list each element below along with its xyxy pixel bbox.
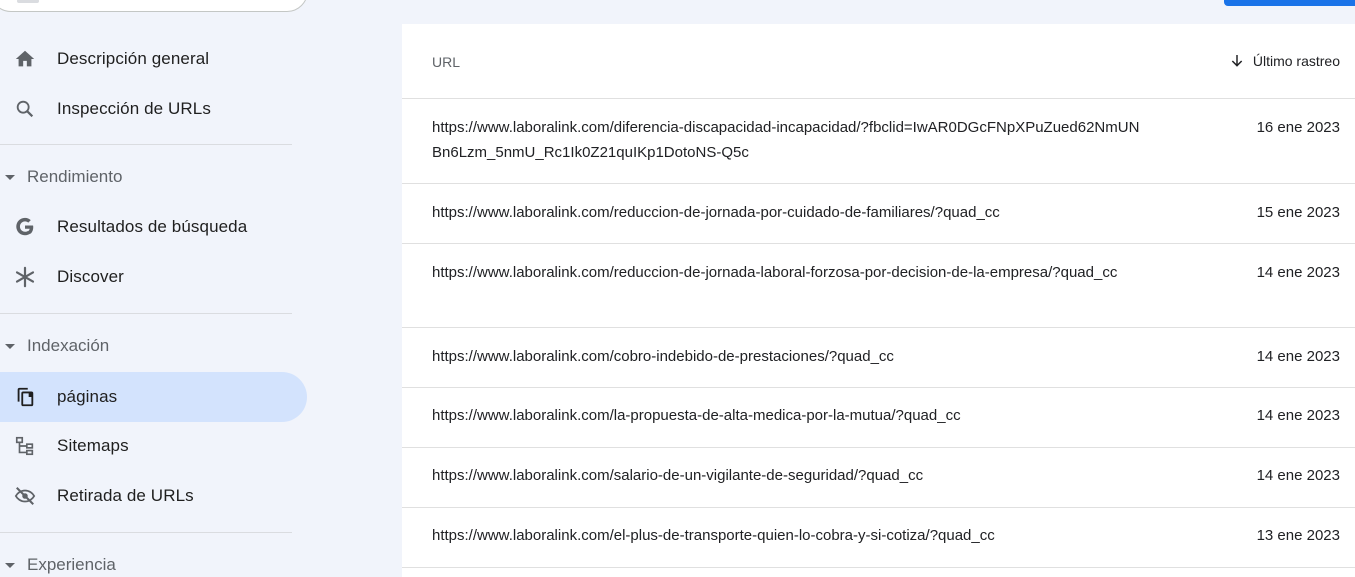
divider: [0, 313, 292, 314]
nav-item-url-removals[interactable]: Retirada de URLs: [0, 471, 307, 521]
divider: [0, 532, 292, 533]
nav-item-search-results[interactable]: Resultados de búsqueda: [0, 202, 307, 252]
date-cell: 14 ene 2023: [1256, 467, 1340, 484]
url-cell: https://www.laboralink.com/salario-de-un…: [432, 467, 924, 484]
date-cell: 15 ene 2023: [1256, 204, 1340, 221]
table-row[interactable]: https://www.laboralink.com/reduccion-de-…: [402, 244, 1355, 328]
section-title: Indexación: [27, 336, 110, 355]
url-cell: https://www.laboralink.com/la-propuesta-…: [432, 407, 961, 424]
nav-item-sitemaps[interactable]: Sitemaps: [0, 421, 307, 471]
url-cell: https://www.laboralink.com/reduccion-de-…: [432, 264, 1118, 281]
nav-item-url-inspection[interactable]: Inspección de URLs: [0, 84, 307, 134]
date-cell: 13 ene 2023: [1256, 527, 1340, 544]
nav-item-label: Retirada de URLs: [57, 486, 194, 505]
section-experience[interactable]: Experiencia: [0, 547, 292, 577]
date-cell: 14 ene 2023: [1256, 348, 1340, 365]
table-row[interactable]: https://www.laboralink.com/el-plus-de-tr…: [402, 508, 1355, 568]
table-row[interactable]: https://www.laboralink.com/salario-de-un…: [402, 448, 1355, 508]
caret-down-icon: [5, 174, 15, 180]
table-row[interactable]: https://www.laboralink.com/la-propuesta-…: [402, 388, 1355, 448]
home-icon: [13, 47, 37, 71]
nav-item-overview[interactable]: Descripción general: [0, 34, 307, 84]
url-cell: https://www.laboralink.com/diferencia-di…: [432, 119, 1140, 161]
nav-item-pages[interactable]: páginas: [0, 372, 307, 422]
eye-off-icon: [13, 484, 37, 508]
date-cell: 16 ene 2023: [1256, 119, 1340, 136]
sitemap-icon: [13, 434, 37, 458]
section-indexing[interactable]: Indexación: [0, 328, 292, 364]
search-icon: [13, 97, 37, 121]
url-table: URL Último rastreo https://www.laboralin…: [402, 24, 1355, 577]
caret-down-icon: [5, 343, 15, 349]
table-row[interactable]: https://www.laboralink.com/diferencia-di…: [402, 99, 1355, 184]
column-header-label: Último rastreo: [1252, 53, 1340, 69]
nav-item-label: Descripción general: [57, 49, 210, 68]
arrow-down-icon: [1229, 53, 1245, 69]
divider: [0, 144, 292, 145]
date-cell: 14 ene 2023: [1256, 264, 1340, 281]
pages-copy-icon: [13, 385, 37, 409]
nav-item-discover[interactable]: Discover: [0, 252, 307, 302]
nav-item-label: Sitemaps: [57, 436, 129, 455]
table-row[interactable]: https://www.laboralink.com/reduccion-de-…: [402, 184, 1355, 244]
table-row[interactable]: https://www.laboralink.com/cobro-indebid…: [402, 328, 1355, 388]
column-header-url[interactable]: URL: [432, 54, 460, 70]
section-title: Rendimiento: [27, 167, 123, 186]
url-cell: https://www.laboralink.com/el-plus-de-tr…: [432, 527, 995, 544]
nav-item-label: Discover: [57, 267, 124, 286]
nav-item-label: páginas: [57, 387, 118, 406]
date-cell: 14 ene 2023: [1256, 407, 1340, 424]
url-cell: https://www.laboralink.com/cobro-indebid…: [432, 348, 894, 365]
export-button[interactable]: [1224, 0, 1355, 6]
nav-item-label: Inspección de URLs: [57, 99, 211, 118]
url-cell: https://www.laboralink.com/reduccion-de-…: [432, 204, 1000, 221]
sidebar: Descripción general Inspección de URLs R…: [0, 0, 402, 577]
asterisk-icon: [13, 265, 37, 289]
nav-item-label: Resultados de búsqueda: [57, 217, 248, 236]
property-selector[interactable]: [0, 0, 308, 12]
caret-down-icon: [5, 562, 15, 568]
section-performance[interactable]: Rendimiento: [0, 159, 292, 195]
table-header: URL Último rastreo: [402, 24, 1355, 99]
column-header-last-crawl[interactable]: Último rastreo: [1229, 53, 1340, 69]
section-title: Experiencia: [27, 555, 116, 574]
google-g-icon: [13, 215, 37, 239]
property-selector-icon: [17, 0, 39, 3]
